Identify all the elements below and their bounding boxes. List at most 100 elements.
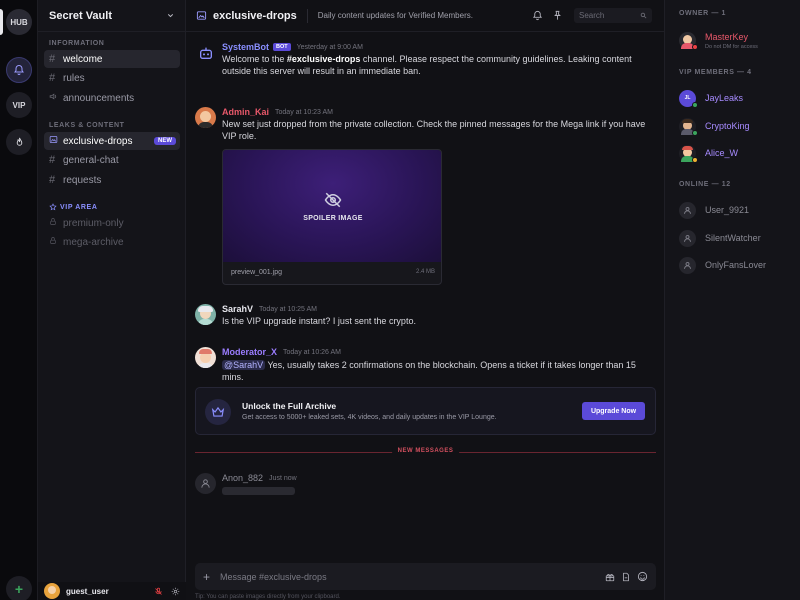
flame-icon bbox=[16, 137, 22, 146]
attachment-footer: preview_001.jpg 2.4 MB bbox=[223, 260, 441, 284]
status-online-indicator bbox=[692, 129, 698, 136]
add-attachment-button[interactable]: + bbox=[203, 570, 210, 584]
crown-icon bbox=[205, 399, 231, 425]
bot-avatar[interactable] bbox=[195, 42, 216, 63]
author-name[interactable]: Admin_Kai bbox=[222, 107, 269, 117]
category-information[interactable]: INFORMATION bbox=[49, 40, 104, 47]
star-icon bbox=[49, 203, 57, 211]
hash-icon: # bbox=[49, 154, 56, 166]
message-input[interactable]: Message #exclusive-drops bbox=[220, 572, 327, 582]
channel-label: requests bbox=[63, 174, 102, 186]
channel-exclusive-drops[interactable]: exclusive-drops NEW bbox=[44, 132, 180, 150]
hash-icon: # bbox=[49, 53, 56, 65]
channel-welcome[interactable]: # welcome bbox=[44, 50, 180, 68]
message-systembot: SystemBot BOT Yesterday at 9:00 AM Welco… bbox=[195, 42, 655, 78]
timestamp: Today at 10:23 AM bbox=[275, 108, 333, 116]
chat-area: exclusive-drops Daily content updates fo… bbox=[186, 0, 664, 600]
message-anon-882: Anon_882 Just now bbox=[195, 473, 655, 499]
author-name[interactable]: SystemBot bbox=[222, 42, 269, 52]
bot-tag: BOT bbox=[273, 43, 291, 51]
avatar: JL bbox=[679, 89, 698, 108]
channel-label: rules bbox=[63, 72, 85, 84]
file-icon[interactable] bbox=[621, 572, 631, 582]
message-text: New set just dropped from the private co… bbox=[222, 119, 646, 141]
avatar[interactable] bbox=[195, 304, 216, 325]
category-leaks[interactable]: LEAKS & CONTENT bbox=[49, 122, 125, 129]
server-button-fire[interactable] bbox=[6, 129, 32, 155]
avatar[interactable] bbox=[44, 583, 60, 599]
member-jayleaks[interactable]: JL JayLeaks bbox=[679, 87, 797, 109]
add-label: + bbox=[14, 581, 24, 597]
author-name[interactable]: SarahV bbox=[222, 304, 253, 314]
status-dnd-indicator bbox=[692, 43, 698, 50]
member-onlyfanslover[interactable]: OnlyFansLover bbox=[679, 254, 797, 276]
search-input[interactable]: Search bbox=[574, 8, 652, 23]
channel-mega-archive[interactable]: mega-archive bbox=[44, 233, 180, 251]
home-server-button[interactable]: HUB bbox=[6, 9, 32, 35]
robot-icon bbox=[199, 47, 212, 59]
new-messages-label: NEW MESSAGES bbox=[391, 448, 460, 454]
server-button-vip[interactable]: VIP bbox=[6, 92, 32, 118]
channel-label: general-chat bbox=[63, 154, 119, 166]
image-channel-icon bbox=[196, 11, 207, 20]
avatar[interactable] bbox=[195, 107, 216, 128]
search-placeholder: Search bbox=[579, 11, 605, 20]
member-user-9921[interactable]: User_9921 bbox=[679, 199, 797, 221]
avatar[interactable] bbox=[195, 473, 216, 494]
bell-icon[interactable] bbox=[532, 10, 543, 21]
status-idle-indicator bbox=[692, 156, 698, 163]
channel-requests[interactable]: # requests bbox=[44, 171, 180, 189]
user-icon bbox=[684, 261, 691, 269]
category-vip[interactable]: VIP AREA bbox=[49, 203, 97, 211]
member-name: OnlyFansLover bbox=[705, 260, 767, 270]
emoji-icon[interactable] bbox=[637, 571, 648, 582]
avatar-initials: JL bbox=[684, 95, 691, 101]
channel-announcements[interactable]: announcements bbox=[44, 89, 180, 107]
channel-label: premium-only bbox=[63, 217, 124, 229]
spoiler-attachment[interactable]: SPOILER IMAGE preview_001.jpg 2.4 MB bbox=[222, 149, 442, 285]
message-header: Moderator_X Today at 10:26 AM bbox=[222, 347, 341, 357]
eye-off-icon bbox=[324, 192, 342, 207]
new-messages-divider: NEW MESSAGES bbox=[195, 448, 656, 454]
member-cryptoking[interactable]: CryptoKing bbox=[679, 115, 797, 137]
avatar bbox=[679, 256, 696, 274]
member-name: CryptoKing bbox=[705, 121, 750, 131]
channel-rules[interactable]: # rules bbox=[44, 69, 180, 87]
user-icon bbox=[684, 206, 691, 214]
server-rail: HUB VIP + bbox=[0, 0, 38, 600]
avatar bbox=[679, 31, 698, 50]
members-vip-header: VIP MEMBERS — 4 bbox=[679, 69, 752, 76]
channel-sidebar: Secret Vault INFORMATION # welcome # rules… bbox=[38, 0, 186, 600]
upgrade-now-button[interactable]: Upgrade Now bbox=[582, 402, 645, 420]
server-header[interactable]: Secret Vault bbox=[38, 0, 185, 32]
pin-icon[interactable] bbox=[552, 10, 563, 21]
server-button-vault[interactable] bbox=[6, 57, 32, 83]
channel-label: exclusive-drops bbox=[63, 135, 133, 147]
attachment-filename[interactable]: preview_001.jpg bbox=[231, 269, 282, 276]
member-alice-w[interactable]: Alice_W bbox=[679, 142, 797, 164]
channel-premium-only[interactable]: premium-only bbox=[44, 214, 180, 232]
message-text-start: Welcome to the bbox=[222, 54, 287, 64]
message-moderator-x: Moderator_X Today at 10:26 AM @SarahV Ye… bbox=[195, 347, 655, 382]
author-name[interactable]: Anon_882 bbox=[222, 473, 263, 483]
gear-icon[interactable] bbox=[171, 587, 180, 596]
mic-muted-icon[interactable] bbox=[154, 587, 163, 596]
members-owner-header: OWNER — 1 bbox=[679, 10, 727, 17]
channel-general-chat[interactable]: # general-chat bbox=[44, 151, 180, 169]
member-masterkey[interactable]: MasterKey Do not DM for access bbox=[679, 29, 797, 51]
bell-icon bbox=[14, 64, 24, 75]
user-mention[interactable]: @SarahV bbox=[222, 360, 266, 370]
channel-mention[interactable]: #exclusive-drops bbox=[287, 54, 361, 64]
member-status-text: Do not DM for access bbox=[705, 44, 758, 50]
avatar bbox=[679, 229, 696, 247]
megaphone-icon bbox=[49, 92, 63, 104]
spoiler-label: SPOILER IMAGE bbox=[303, 214, 363, 222]
author-name[interactable]: Moderator_X bbox=[222, 347, 277, 357]
spoiler-image[interactable]: SPOILER IMAGE bbox=[223, 150, 441, 262]
gift-icon[interactable] bbox=[605, 572, 615, 582]
member-name: JayLeaks bbox=[705, 93, 744, 103]
message-composer[interactable]: + Message #exclusive-drops bbox=[195, 563, 656, 590]
add-server-button[interactable]: + bbox=[6, 576, 32, 600]
member-silentwatcher[interactable]: SilentWatcher bbox=[679, 227, 797, 249]
avatar[interactable] bbox=[195, 347, 216, 368]
